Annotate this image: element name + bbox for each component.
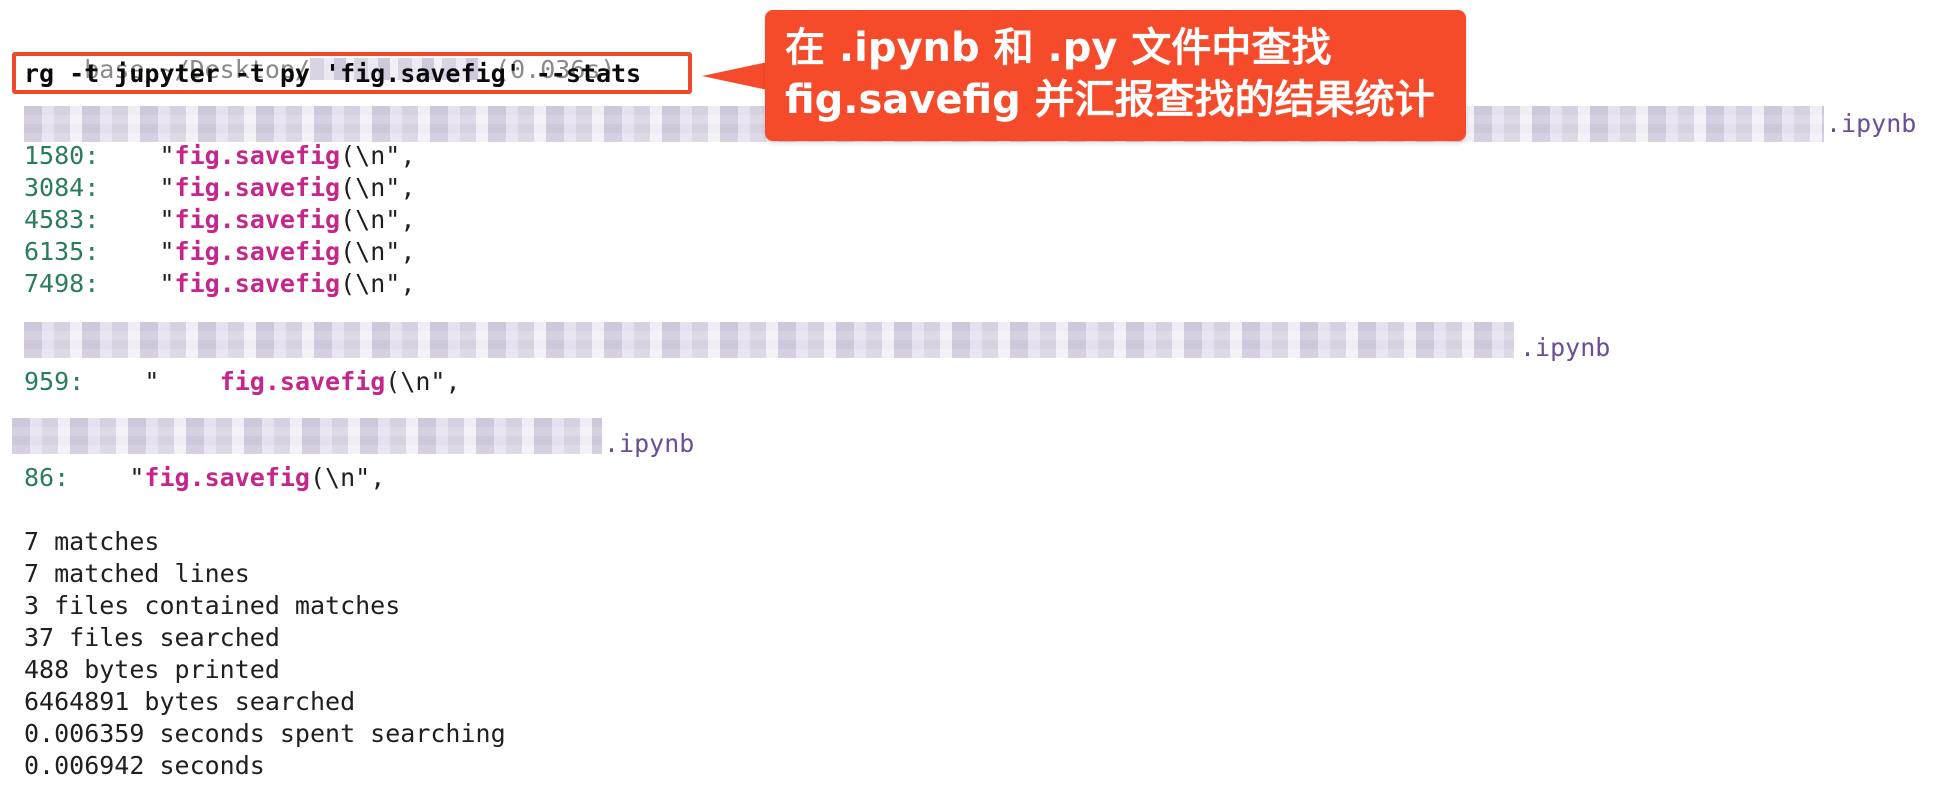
prompt-line: base ~/Desktop/ (0.036s) xyxy=(24,22,615,84)
match-term: fig.savefig xyxy=(174,269,341,298)
match-line: 959: " fig.savefig(\n", xyxy=(24,366,461,398)
match-term: fig.savefig xyxy=(219,367,386,396)
line-number: 1580: xyxy=(24,141,100,170)
match-prefix: " xyxy=(84,367,220,396)
stats-line: 37 files searched xyxy=(24,623,280,652)
callout-pointer xyxy=(702,62,768,90)
match-prefix: " xyxy=(69,463,145,492)
match-term: fig.savefig xyxy=(144,463,310,492)
match-line: 3084: "fig.savefig(\n", xyxy=(24,172,415,204)
match-prefix: " xyxy=(99,205,175,234)
line-number: 4583: xyxy=(24,205,100,234)
match-term: fig.savefig xyxy=(174,173,341,202)
match-suffix: (\n", xyxy=(385,367,461,396)
match-suffix: (\n", xyxy=(310,463,386,492)
redacted-filename-2 xyxy=(24,322,1514,358)
redacted-filename-3 xyxy=(12,418,602,454)
match-line: 1580: "fig.savefig(\n", xyxy=(24,140,415,172)
match-prefix: " xyxy=(99,237,175,266)
stats-line: 0.006942 seconds xyxy=(24,751,265,780)
file-extension-3: .ipynb xyxy=(604,429,695,458)
match-term: fig.savefig xyxy=(174,237,341,266)
stats-line: 6464891 bytes searched xyxy=(24,687,356,716)
annotation-callout: 在 .ipynb 和 .py 文件中查找 fig.savefig 并汇报查找的结… xyxy=(765,10,1466,141)
match-suffix: (\n", xyxy=(340,173,416,202)
annotation-text: 在 .ipynb 和 .py 文件中查找 fig.savefig 并汇报查找的结… xyxy=(785,22,1435,126)
match-suffix: (\n", xyxy=(340,269,416,298)
line-number: 7498: xyxy=(24,269,100,298)
match-line: 4583: "fig.savefig(\n", xyxy=(24,204,415,236)
match-suffix: (\n", xyxy=(340,237,416,266)
annotation-line-2: fig.savefig 并汇报查找的结果统计 xyxy=(785,77,1435,123)
annotation-line-1: 在 .ipynb 和 .py 文件中查找 xyxy=(785,25,1332,71)
match-prefix: " xyxy=(99,173,175,202)
match-prefix: " xyxy=(99,269,175,298)
terminal-window[interactable]: base ~/Desktop/ (0.036s) rg -t jupyter -… xyxy=(0,0,1940,804)
stats-line: 7 matched lines xyxy=(24,559,250,588)
file-extension-2: .ipynb xyxy=(1520,333,1611,362)
match-line: 6135: "fig.savefig(\n", xyxy=(24,236,415,268)
line-number: 3084: xyxy=(24,173,100,202)
match-line: 7498: "fig.savefig(\n", xyxy=(24,268,415,300)
stats-line: 488 bytes printed xyxy=(24,655,280,684)
line-number: 959: xyxy=(24,367,85,396)
match-suffix: (\n", xyxy=(340,205,416,234)
stats-line: 0.006359 seconds spent searching xyxy=(24,719,506,748)
file-extension-1: .ipynb xyxy=(1826,109,1917,138)
command-text: rg -t jupyter -t py 'fig.savefig' --stat… xyxy=(24,59,642,88)
stats-line: 3 files contained matches xyxy=(24,591,401,620)
match-term: fig.savefig xyxy=(174,141,341,170)
line-number: 6135: xyxy=(24,237,100,266)
match-line: 86: "fig.savefig(\n", xyxy=(24,462,385,494)
match-suffix: (\n", xyxy=(340,141,416,170)
match-term: fig.savefig xyxy=(174,205,341,234)
stats-line: 7 matches xyxy=(24,527,160,556)
line-number: 86: xyxy=(24,463,70,492)
match-prefix: " xyxy=(99,141,175,170)
